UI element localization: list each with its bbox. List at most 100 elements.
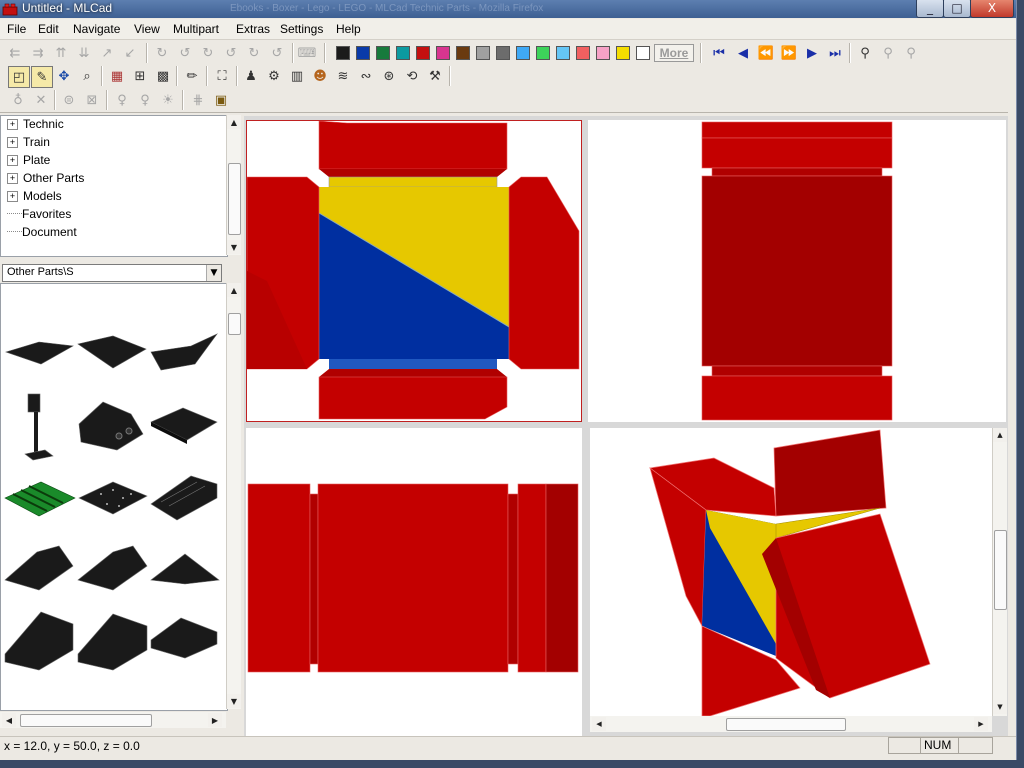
part-thumb-tile-striped-green[interactable] xyxy=(4,481,76,517)
more-colors-button[interactable]: More xyxy=(654,44,694,62)
close-button[interactable]: X xyxy=(970,0,1014,18)
viewport-3d-hscroll[interactable]: ◀ ▶ xyxy=(590,716,992,732)
grid-icon[interactable]: ⊞ xyxy=(130,66,150,86)
rotate-x-plus-icon[interactable]: ↻ xyxy=(152,43,172,63)
minifig-head-icon[interactable]: ☻ xyxy=(310,66,330,86)
part-thumb-tile-speckled[interactable] xyxy=(78,481,148,515)
wheel-icon[interactable]: ⊛ xyxy=(379,66,399,86)
part-thumb-flat-slope-wedge-studs[interactable] xyxy=(150,333,218,371)
rotation-point-icon[interactable]: ⟲ xyxy=(402,66,422,86)
color-swatch[interactable] xyxy=(596,46,610,60)
scroll-down-icon[interactable]: ▼ xyxy=(993,700,1007,714)
tree-item-train[interactable]: + Train xyxy=(7,134,50,150)
rotate-z-plus-icon[interactable]: ↻ xyxy=(244,43,264,63)
minifig-stand-icon[interactable]: ♟ xyxy=(241,66,261,86)
hose-icon[interactable]: ∾ xyxy=(356,66,376,86)
scroll-thumb[interactable] xyxy=(20,714,152,727)
lamp-off-icon[interactable]: ♁ xyxy=(8,90,28,110)
next-step-icon[interactable]: ▶ xyxy=(802,43,822,63)
color-swatch[interactable] xyxy=(576,46,590,60)
scroll-down-icon[interactable]: ▼ xyxy=(227,240,241,254)
scroll-up-icon[interactable]: ▲ xyxy=(227,115,241,129)
tree-item-other-parts[interactable]: + Other Parts xyxy=(7,170,84,186)
part-thumb-slope-45-large[interactable] xyxy=(4,611,74,671)
part-thumb-slope-plate[interactable] xyxy=(150,407,218,444)
part-thumb-slope-33[interactable] xyxy=(77,545,148,591)
expand-icon[interactable]: + xyxy=(7,119,18,130)
scroll-left-icon[interactable]: ◀ xyxy=(2,713,16,727)
color-swatch[interactable] xyxy=(476,46,490,60)
viewport-3d-vscroll[interactable]: ▲ ▼ xyxy=(992,428,1007,716)
move-out-icon[interactable]: ↙ xyxy=(120,43,140,63)
scroll-thumb[interactable] xyxy=(726,718,846,731)
color-swatch[interactable] xyxy=(356,46,370,60)
grid-snap-icon[interactable]: ⋕ xyxy=(188,90,208,110)
part-thumb-slope-grille[interactable] xyxy=(150,475,218,521)
parts-scrollbar[interactable]: ▲ ▼ xyxy=(226,283,241,709)
rotate-x-minus-icon[interactable]: ↺ xyxy=(175,43,195,63)
expand-icon[interactable]: + xyxy=(7,155,18,166)
previous-step-icon[interactable]: ◀ xyxy=(733,43,753,63)
viewport-top[interactable] xyxy=(246,120,582,422)
menu-view[interactable]: View xyxy=(134,22,160,36)
part-properties-icon[interactable]: ⛶ xyxy=(212,66,232,86)
crane-icon[interactable]: ⚒ xyxy=(425,66,445,86)
group-icon[interactable]: ⊜ xyxy=(59,90,79,110)
expand-icon[interactable]: + xyxy=(7,137,18,148)
move-up-icon[interactable]: ⇈ xyxy=(51,43,71,63)
color-swatch[interactable] xyxy=(556,46,570,60)
color-swatch[interactable] xyxy=(336,46,350,60)
tree-item-favorites[interactable]: Favorites xyxy=(7,206,71,222)
rotate-y-plus-icon[interactable]: ↻ xyxy=(198,43,218,63)
part-thumb-flat-slope-wedge[interactable] xyxy=(77,335,147,369)
filter-advanced-icon[interactable]: ⚲ xyxy=(901,43,921,63)
move-icon[interactable]: ✥ xyxy=(54,66,74,86)
render-icon[interactable]: ▩ xyxy=(153,66,173,86)
color-pencil-icon[interactable]: ✏ xyxy=(182,66,202,86)
scroll-right-icon[interactable]: ▶ xyxy=(208,713,222,727)
menu-multipart[interactable]: Multipart xyxy=(173,22,219,36)
tree-scrollbar[interactable]: ▲ ▼ xyxy=(226,115,241,255)
scroll-thumb[interactable] xyxy=(228,313,241,335)
view-layout-icon[interactable]: ▦ xyxy=(107,66,127,86)
move-right-icon[interactable]: ⇉ xyxy=(28,43,48,63)
edit-icon[interactable]: ✎ xyxy=(31,66,53,88)
maximize-button[interactable]: □ xyxy=(943,0,971,18)
chevron-down-icon[interactable]: ▼ xyxy=(206,265,221,281)
ungroup-icon[interactable]: ⊠ xyxy=(82,90,102,110)
fast-forward-icon[interactable]: ⏩ xyxy=(779,43,799,63)
menu-settings[interactable]: Settings xyxy=(280,22,323,36)
light-bulb-on-icon[interactable]: ♀ xyxy=(135,90,155,110)
tree-item-technic[interactable]: + Technic xyxy=(7,116,64,132)
filter-icon[interactable]: ⚲ xyxy=(878,43,898,63)
tree-item-plate[interactable]: + Plate xyxy=(7,152,50,168)
first-step-icon[interactable]: ⏮ xyxy=(709,43,729,63)
viewport-front[interactable] xyxy=(588,120,1006,422)
light-bulb-icon[interactable]: ♀ xyxy=(112,90,132,110)
expand-icon[interactable]: + xyxy=(7,173,18,184)
scroll-down-icon[interactable]: ▼ xyxy=(227,694,241,708)
last-step-icon[interactable]: ⏭ xyxy=(825,43,845,63)
part-thumb-slope-brick-holes[interactable] xyxy=(78,401,144,451)
gear-part-icon[interactable]: ⚙ xyxy=(264,66,284,86)
parts-hscrollbar[interactable]: ◀ ▶ xyxy=(0,712,226,728)
rotate-y-minus-icon[interactable]: ↺ xyxy=(221,43,241,63)
scroll-up-icon[interactable]: ▲ xyxy=(227,283,241,297)
viewport-side[interactable] xyxy=(246,428,582,736)
scroll-up-icon[interactable]: ▲ xyxy=(993,428,1007,442)
scroll-right-icon[interactable]: ▶ xyxy=(974,717,988,731)
part-thumb-slope-45-flat[interactable] xyxy=(150,617,218,659)
lamp-cross-icon[interactable]: ✕ xyxy=(31,90,51,110)
part-thumb-slope-33[interactable] xyxy=(4,545,74,591)
spring-icon[interactable]: ≋ xyxy=(333,66,353,86)
menu-help[interactable]: Help xyxy=(336,22,361,36)
keyboard-icon[interactable]: ⌨ xyxy=(297,43,317,63)
color-swatch[interactable] xyxy=(416,46,430,60)
title-bar[interactable]: Untitled - MLCad Ebooks - Boxer - Lego -… xyxy=(0,0,1016,18)
color-swatch[interactable] xyxy=(376,46,390,60)
color-swatch[interactable] xyxy=(496,46,510,60)
move-down-icon[interactable]: ⇊ xyxy=(74,43,94,63)
tree-item-document[interactable]: Document xyxy=(7,224,77,240)
menu-edit[interactable]: Edit xyxy=(38,22,59,36)
scroll-thumb[interactable] xyxy=(994,530,1007,610)
